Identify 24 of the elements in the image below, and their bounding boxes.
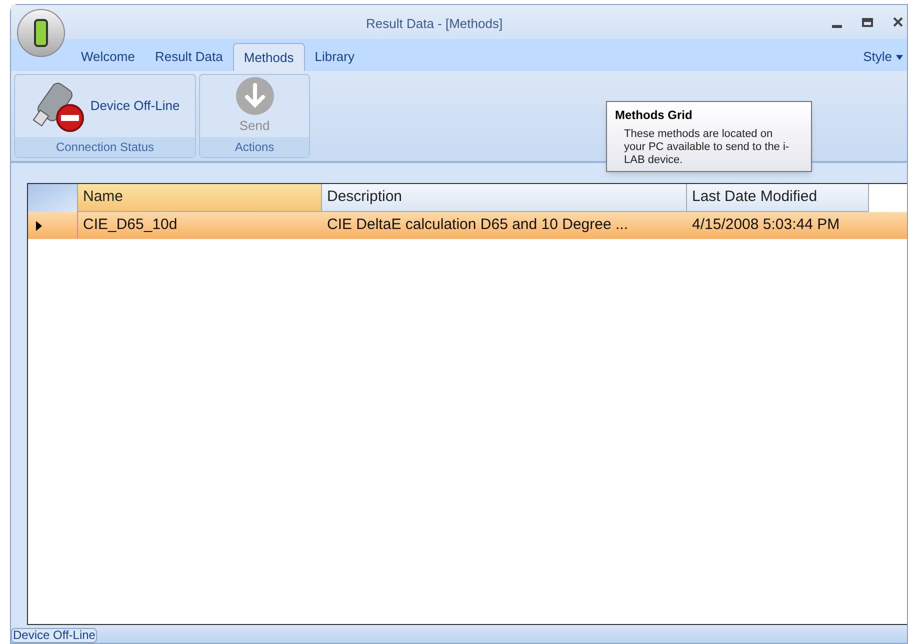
tooltip-text: These methods are located on your PC available to send to the i-LAB device. [624, 128, 790, 167]
maximize-icon[interactable] [862, 18, 873, 26]
ribbon-tab[interactable]: Welcome [71, 43, 145, 71]
device-status-button[interactable]: Device Off-Line [15, 75, 195, 137]
current-row-icon [36, 220, 42, 230]
minimize-icon[interactable] [832, 24, 842, 28]
ribbon-tab[interactable]: Library [304, 43, 364, 71]
table-cell-text: CIE DeltaE calculation D65 and 10 Degree ... [326, 215, 630, 236]
column-header[interactable]: Name [78, 184, 322, 212]
status-text: Device Off-Line [11, 628, 98, 642]
window-title: Result Data - [Methods] [366, 15, 503, 33]
column-header[interactable]: Description [322, 184, 687, 212]
ribbon-tab[interactable]: Result Data [144, 43, 233, 71]
caret-icon [896, 55, 903, 60]
tooltip-title: Methods Grid [615, 107, 694, 124]
group-caption: Actions [200, 137, 309, 157]
table-row[interactable]: CIE_D65_10d CIE DeltaE calculation D65 and 10 Degree ... 4/15/2008 5:03:44 PM [28, 212, 907, 239]
table-cell-text: 4/15/2008 5:03:44 PM [691, 215, 841, 236]
style-menu[interactable]: Style [863, 43, 903, 71]
group-caption: Connection Status [15, 137, 195, 157]
column-header[interactable]: Last Date Modified [687, 184, 869, 212]
table-cell-text: CIE_D65_10d [82, 215, 178, 236]
close-icon[interactable] [893, 17, 903, 27]
ribbon-tab[interactable]: Methods [232, 43, 305, 71]
